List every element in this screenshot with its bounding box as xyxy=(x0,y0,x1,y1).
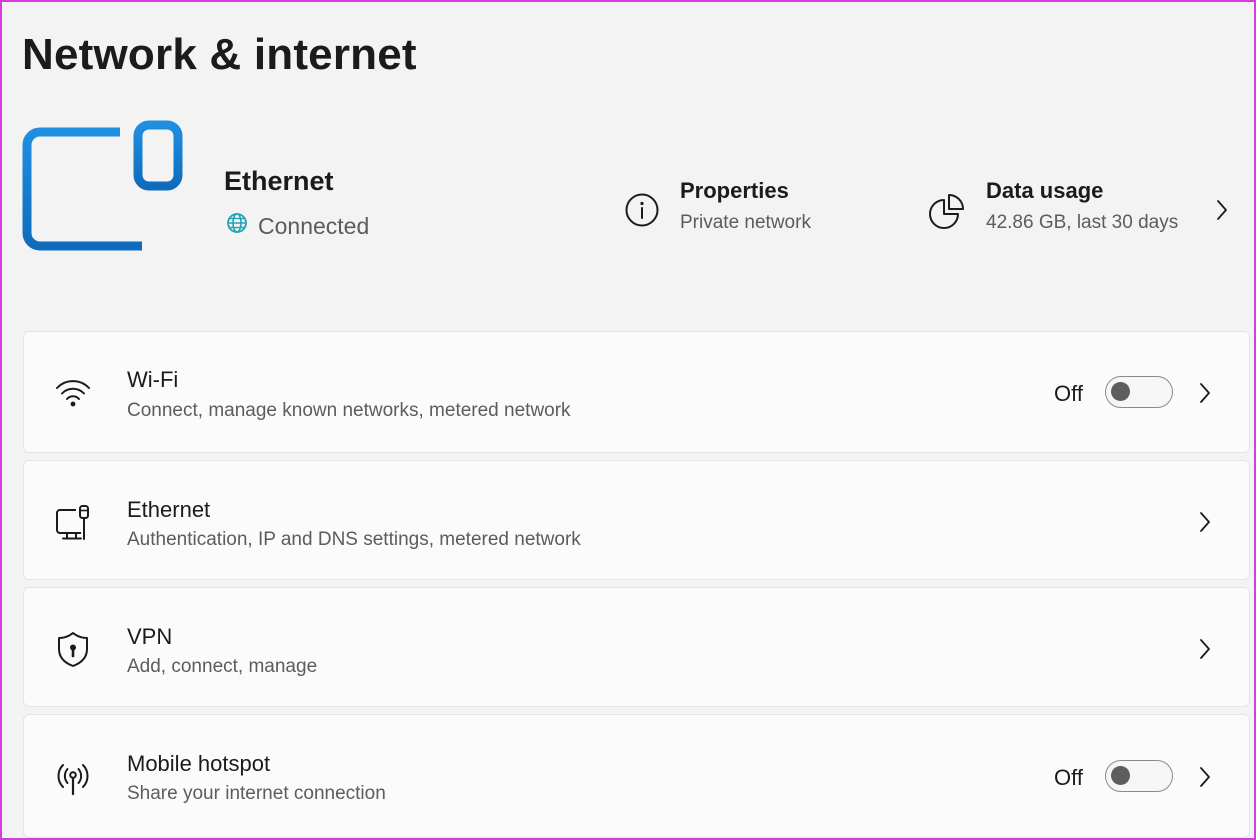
page-title: Network & internet xyxy=(22,30,417,79)
setting-card-wifi[interactable]: Wi-Fi Connect, manage known networks, me… xyxy=(23,331,1250,453)
chevron-right-icon[interactable] xyxy=(1214,198,1230,227)
toggle-knob xyxy=(1111,382,1130,401)
properties-title: Properties xyxy=(680,178,789,203)
chevron-right-icon xyxy=(1197,381,1213,410)
pie-chart-icon xyxy=(928,192,966,235)
data-usage-link[interactable]: Data usage 42.86 GB, last 30 days xyxy=(928,176,1178,235)
ethernet-icon xyxy=(54,503,92,546)
setting-description: Connect, manage known networks, metered … xyxy=(127,400,571,421)
connection-status: Connected xyxy=(226,212,369,240)
setting-description: Authentication, IP and DNS settings, met… xyxy=(127,529,581,550)
setting-card-vpn[interactable]: VPN Add, connect, manage xyxy=(23,587,1250,707)
chevron-right-icon xyxy=(1197,510,1213,539)
setting-card-ethernet[interactable]: Ethernet Authentication, IP and DNS sett… xyxy=(23,460,1250,580)
chevron-right-icon xyxy=(1197,765,1213,794)
data-usage-subtitle: 42.86 GB, last 30 days xyxy=(986,212,1179,233)
status-text: Connected xyxy=(258,212,370,239)
setting-card-mobile-hotspot[interactable]: Mobile hotspot Share your internet conne… xyxy=(23,714,1250,838)
shield-lock-icon xyxy=(54,630,92,673)
chevron-right-icon xyxy=(1197,637,1213,666)
wifi-icon xyxy=(54,378,92,413)
setting-label: Wi-Fi xyxy=(127,367,179,392)
setting-description: Add, connect, manage xyxy=(127,656,318,677)
setting-label: VPN xyxy=(127,624,173,649)
ethernet-monitor-icon xyxy=(20,120,190,291)
setting-description: Share your internet connection xyxy=(127,783,386,804)
properties-link[interactable]: Properties Private network xyxy=(624,176,811,234)
toggle-state-label: Off xyxy=(1054,765,1083,790)
connection-name: Ethernet xyxy=(224,166,334,196)
globe-icon xyxy=(226,212,248,240)
data-usage-title: Data usage xyxy=(986,178,1104,203)
wifi-toggle[interactable] xyxy=(1105,376,1173,408)
toggle-knob xyxy=(1111,766,1130,785)
mobile-hotspot-toggle[interactable] xyxy=(1105,760,1173,792)
setting-label: Mobile hotspot xyxy=(127,751,271,776)
hotspot-icon xyxy=(54,761,92,802)
setting-label: Ethernet xyxy=(127,497,211,522)
toggle-state-label: Off xyxy=(1054,381,1083,406)
properties-subtitle: Private network xyxy=(680,212,811,233)
info-icon xyxy=(624,192,660,233)
